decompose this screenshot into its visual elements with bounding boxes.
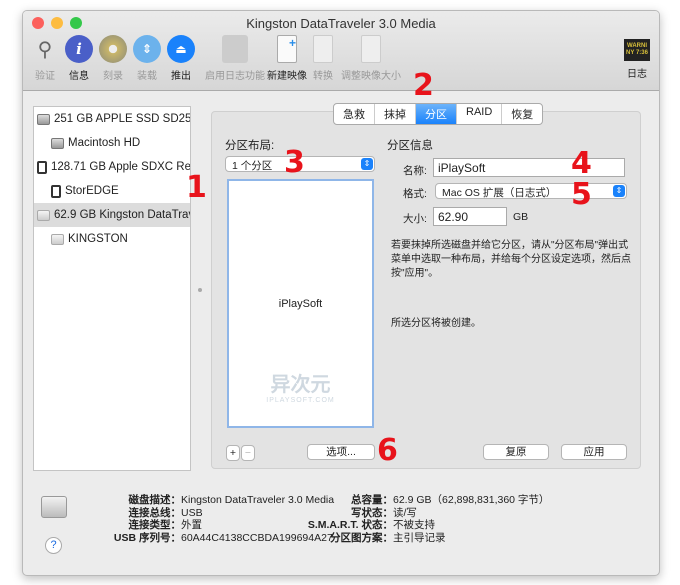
detail-key: USB 序列号： [113,531,181,544]
partition-layout-view[interactable]: iPlaySoft 异次元 IPLAYSOFT.COM [227,179,374,428]
sidebar-item-label: 128.71 GB Apple SDXC Re. [51,161,190,173]
sidebar-item-label: KINGSTON [68,233,128,245]
burn-icon [99,35,127,63]
help-button[interactable]: ? [45,537,62,554]
size-field[interactable]: 62.90 [433,207,507,226]
status-text: 所选分区将被创建。 [391,318,481,329]
add-partition-button[interactable]: + [226,445,240,461]
tab-first-aid[interactable]: 急救 [334,104,375,124]
window-title: Kingston DataTraveler 3.0 Media [246,16,436,31]
usb-disk-icon [51,233,64,245]
sidebar-item-label: StorEDGE [65,185,119,197]
sidebar-item[interactable]: StorEDGE [34,179,190,203]
usb-disk-icon [37,209,50,221]
toolbar: Kingston DataTraveler 3.0 Media ⚲ 验证 i 信息 … [23,11,659,91]
annotation-5: 5 [571,177,592,212]
size-label: 大小: [403,213,427,225]
log-icon: WARNI NY 7:36 [624,39,650,61]
resize-image-button[interactable]: 调整映像大小 [341,35,401,82]
sidebar-item[interactable]: 251 GB APPLE SSD SD256. [34,107,190,131]
detail-value: USB [181,506,203,519]
annotation-3: 3 [284,145,305,180]
detail-row: 分区图方案：主引导记录 [293,532,549,545]
sd-card-icon [51,184,61,198]
detail-row: 总容量：62.9 GB（62,898,831,360 字节） [293,494,549,507]
convert-icon [313,35,333,63]
sidebar-item[interactable]: 62.9 GB Kingston DataTrav. [34,203,190,227]
revert-button[interactable]: 复原 [483,444,549,460]
microscope-icon: ⚲ [37,38,53,61]
annotation-1: 1 [186,170,207,205]
tab-restore[interactable]: 恢复 [502,104,542,124]
eject-icon: ⏏ [167,35,195,63]
partition-info-label: 分区信息 [387,140,433,152]
name-label: 名称: [403,165,427,177]
disk-details-right: 总容量：62.9 GB（62,898,831,360 字节） 写状态：读/写 S.M… [293,494,550,545]
popup-arrows-icon: ⇕ [361,158,373,170]
format-label: 格式: [403,188,427,200]
sidebar-item[interactable]: 128.71 GB Apple SDXC Re. [34,155,190,179]
detail-value: 主引导记录 [393,531,446,544]
detail-value: 62.9 GB（62,898,831,360 字节） [393,494,550,506]
detail-value: 读/写 [393,506,417,519]
detail-key: 连接类型： [128,519,182,531]
detail-key: 连接总线： [128,506,182,519]
log-button[interactable]: WARNI NY 7:36 日志 [617,35,657,80]
tab-bar: 急救 抹掉 分区 RAID 恢复 [333,103,544,125]
sidebar-item[interactable]: Macintosh HD [34,131,190,155]
detail-row: 写状态：读/写 [293,507,549,520]
convert-button[interactable]: 转换 [303,35,343,82]
disk-list: 251 GB APPLE SSD SD256. Macintosh HD 128.7… [33,106,191,471]
partition-block-label: iPlaySoft [278,297,323,310]
sidebar-item-label: 62.9 GB Kingston DataTrav. [54,209,190,221]
format-popup[interactable]: Mac OS 扩展（日志式） ⇕ [435,183,627,199]
options-button[interactable]: 选项... [307,444,375,460]
enable-journaling-button[interactable]: 启用日志功能 [205,35,265,82]
mount-icon: ⇕ [133,35,161,63]
detail-key: 磁盘描述： [128,494,182,506]
size-unit: GB [513,211,529,223]
eject-button[interactable]: ⏏ 推出 [161,35,201,82]
annotation-4: 4 [571,146,592,181]
new-image-icon: + [277,35,297,63]
sidebar-resize-handle[interactable] [198,288,202,292]
detail-key: 分区图方案： [330,531,393,544]
disk-utility-window: Kingston DataTraveler 3.0 Media ⚲ 验证 i 信息 … [22,10,660,576]
detail-value: 不被支持 [393,519,435,531]
disk-icon [41,496,67,518]
hard-disk-icon [51,137,64,149]
detail-row: S.M.A.R.T. 状态：不被支持 [293,519,549,532]
info-icon: i [65,35,93,63]
instructions-text: 若要抹掉所选磁盘并给它分区，请从"分区布局"弹出式菜单中选取一种布局，并给每个分… [391,240,631,279]
detail-value: 外置 [181,519,202,531]
annotation-6: 6 [377,433,398,468]
name-field[interactable]: iPlaySoft [433,158,625,177]
journal-icon [222,35,248,63]
detail-key: S.M.A.R.T. 状态： [307,519,393,531]
watermark-logo: 异次元 IPLAYSOFT.COM [266,374,335,404]
sidebar-item-label: 251 GB APPLE SSD SD256. [54,113,190,125]
sidebar-item[interactable]: KINGSTON [34,227,190,251]
sidebar-item-label: Macintosh HD [68,137,141,149]
detail-key: 总容量： [351,494,393,506]
detail-key: 写状态： [351,506,393,519]
new-image-button[interactable]: + 新建映像 [267,35,307,82]
annotation-2: 2 [413,68,434,103]
resize-image-icon [361,35,381,63]
sd-card-icon [37,160,47,174]
layout-label: 分区布局: [225,140,275,152]
apply-button[interactable]: 应用 [561,444,627,460]
hard-disk-icon [37,113,50,125]
tab-partition[interactable]: 分区 [416,104,457,124]
popup-arrows-icon: ⇕ [613,185,625,197]
tab-erase[interactable]: 抹掉 [375,104,416,124]
remove-partition-button[interactable]: − [241,445,255,461]
tab-raid[interactable]: RAID [457,104,503,124]
